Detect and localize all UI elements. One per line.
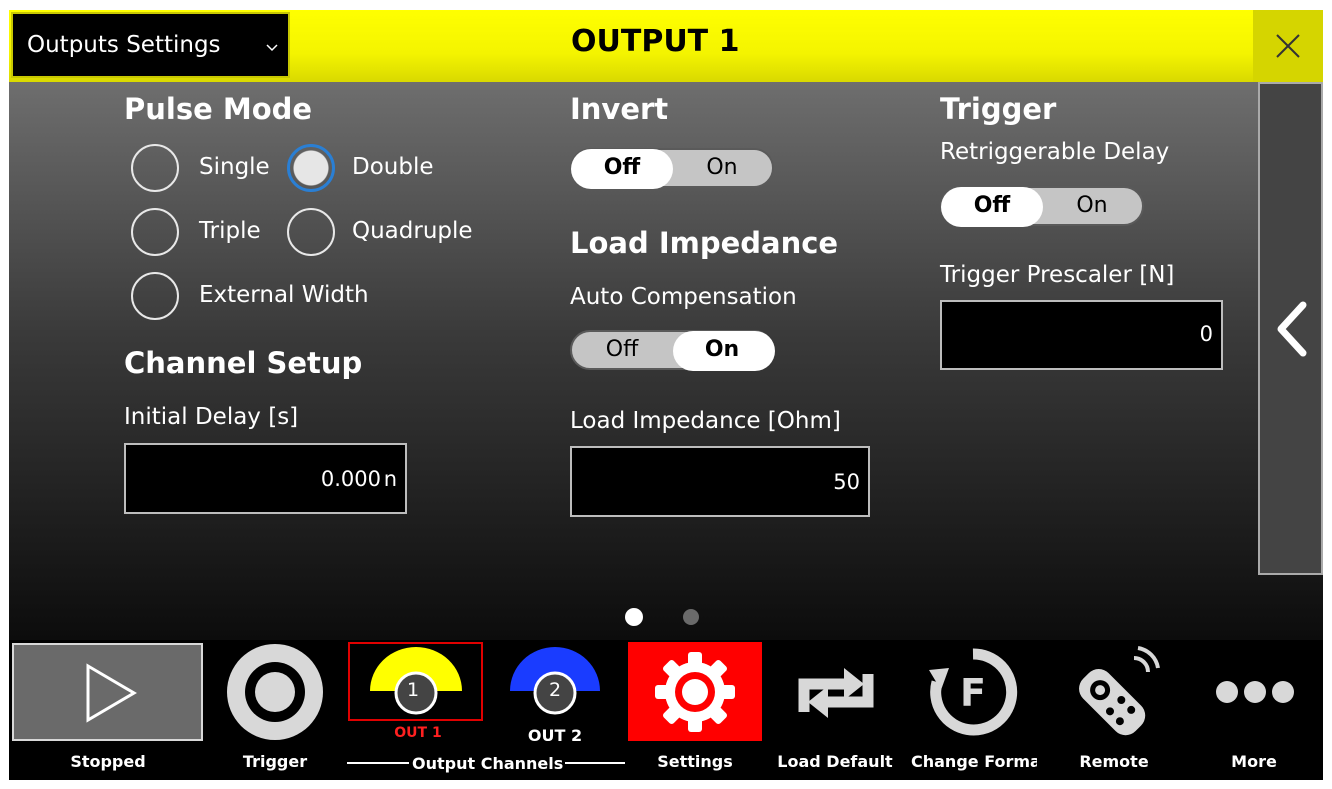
channel-setup-title: Channel Setup	[124, 346, 363, 380]
radio-single[interactable]	[131, 144, 179, 192]
auto-comp-on-label: On	[704, 337, 740, 362]
retrig-off-label: Off	[973, 193, 1011, 218]
invert-off-label: Off	[603, 155, 641, 180]
out2-label: OUT 2	[527, 726, 583, 745]
auto-compensation-label: Auto Compensation	[570, 284, 797, 310]
remote-icon	[1079, 646, 1160, 736]
bottom-toolbar: Stopped Trigger 1 OUT 1 2 OUT 2 Output C…	[9, 640, 1323, 780]
settings-panel: Pulse Mode Single Double Triple Quadrupl…	[9, 82, 1323, 640]
more-icon	[1216, 681, 1294, 703]
auto-comp-off-label: Off	[605, 337, 639, 362]
chevron-down-icon	[266, 44, 278, 52]
invert-title: Invert	[570, 92, 669, 126]
initial-delay-unit: n	[383, 467, 397, 491]
radio-triple[interactable]	[131, 208, 179, 256]
more-button[interactable]	[1207, 670, 1303, 714]
page-title: OUTPUT 1	[571, 24, 740, 59]
group-divider-left	[347, 762, 409, 764]
page-dot-2[interactable]	[683, 609, 699, 625]
output-channels-label: Output Channels	[412, 754, 564, 773]
close-icon	[1276, 34, 1300, 58]
radio-label-double: Double	[352, 154, 434, 180]
svg-text:F: F	[960, 671, 986, 715]
invert-on-label: On	[706, 155, 738, 180]
stopped-label: Stopped	[70, 752, 146, 771]
pulse-mode-title: Pulse Mode	[124, 92, 313, 126]
invert-toggle[interactable]: Off On	[570, 148, 774, 189]
outputs-settings-dropdown[interactable]: Outputs Settings	[11, 12, 290, 78]
dropdown-label: Outputs Settings	[27, 32, 221, 58]
out1-label: OUT 1	[394, 725, 442, 741]
play-icon	[86, 663, 137, 723]
gear-icon	[655, 652, 735, 732]
radio-label-quadruple: Quadruple	[352, 218, 473, 244]
more-label: More	[1231, 752, 1277, 771]
remote-label: Remote	[1079, 752, 1149, 771]
radio-label-triple: Triple	[199, 218, 261, 244]
load-default-button[interactable]	[788, 650, 884, 736]
radio-quadruple[interactable]	[287, 208, 335, 256]
retrig-on-label: On	[1076, 193, 1108, 218]
initial-delay-label: Initial Delay [s]	[124, 404, 299, 430]
trigger-toolbar-label: Trigger	[242, 752, 308, 771]
load-default-label: Load Default	[777, 752, 893, 771]
trigger-title: Trigger	[940, 92, 1057, 126]
close-button[interactable]	[1253, 10, 1323, 82]
out1-number: 1	[407, 679, 420, 701]
group-divider-right	[565, 762, 625, 764]
trigger-icon	[227, 644, 323, 740]
trigger-button[interactable]	[225, 642, 325, 742]
app-window: Outputs Settings OUTPUT 1 Pulse Mode Sin…	[9, 10, 1323, 780]
chevron-left-icon	[1277, 301, 1306, 356]
retriggerable-delay-toggle[interactable]: Off On	[940, 186, 1144, 227]
radio-label-external-width: External Width	[199, 282, 369, 308]
trigger-prescaler-value: 0	[1199, 322, 1213, 346]
out2-button[interactable]: 2 OUT 2	[507, 642, 603, 745]
trigger-prescaler-label: Trigger Prescaler [N]	[940, 262, 1175, 288]
side-panel-toggle[interactable]	[1258, 82, 1323, 575]
load-impedance-value: 50	[833, 470, 860, 494]
radio-double[interactable]	[287, 144, 335, 192]
out1-button[interactable]: 1 OUT 1	[348, 642, 483, 741]
retriggerable-delay-label: Retriggerable Delay	[940, 139, 1170, 165]
radio-external-width[interactable]	[131, 272, 179, 320]
initial-delay-value: 0.000	[320, 467, 381, 491]
out2-number: 2	[549, 679, 562, 701]
auto-compensation-toggle[interactable]: Off On	[570, 330, 775, 371]
settings-label: Settings	[657, 752, 733, 771]
header-bar: Outputs Settings OUTPUT 1	[9, 10, 1323, 82]
format-icon: F	[929, 648, 1018, 736]
remote-button[interactable]	[1064, 642, 1164, 742]
page-dot-1[interactable]	[625, 608, 643, 626]
initial-delay-input[interactable]: 0.000 n	[124, 443, 407, 514]
stopped-button[interactable]	[12, 643, 203, 741]
change-format-label: Change Format	[911, 752, 1037, 771]
settings-button[interactable]	[628, 642, 762, 741]
load-impedance-title: Load Impedance	[570, 226, 839, 260]
load-impedance-input[interactable]: 50	[570, 446, 870, 517]
change-format-button[interactable]: F	[927, 646, 1019, 738]
trigger-prescaler-input[interactable]: 0	[940, 300, 1223, 370]
radio-label-single: Single	[199, 154, 270, 180]
load-impedance-label: Load Impedance [Ohm]	[570, 408, 841, 434]
repeat-icon	[798, 668, 874, 718]
